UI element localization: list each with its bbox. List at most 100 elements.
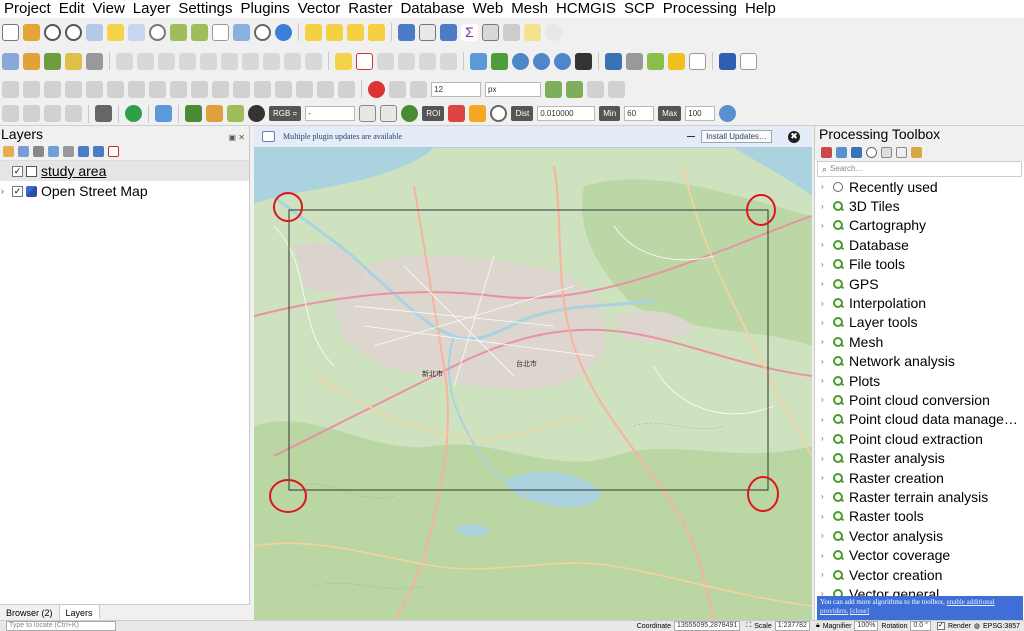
expand-arrow-icon[interactable]: › xyxy=(821,182,833,191)
merge-attributes-icon[interactable] xyxy=(275,80,292,98)
undo-icon[interactable] xyxy=(284,52,301,70)
provider-vector-creation[interactable]: › Vector creation xyxy=(815,565,1024,584)
manage-visibility-icon[interactable] xyxy=(33,146,44,157)
select-by-value-icon[interactable] xyxy=(326,23,343,41)
label-rotate-icon[interactable] xyxy=(419,52,436,70)
deselect-icon[interactable] xyxy=(347,23,364,41)
scp-zoom-preview-icon[interactable] xyxy=(719,105,737,122)
globe-icon[interactable] xyxy=(512,52,529,70)
rotation-value[interactable]: 0.0 ° xyxy=(910,621,931,631)
min-input[interactable]: 60 xyxy=(624,106,655,121)
provider-layer-tools[interactable]: › Layer tools xyxy=(815,313,1024,332)
merge-features-icon[interactable] xyxy=(254,80,271,98)
fill-ring-icon[interactable] xyxy=(107,80,124,98)
snap-layer-icon[interactable] xyxy=(389,80,406,98)
scp-classification-icon[interactable] xyxy=(448,105,466,122)
menu-mesh[interactable]: Mesh xyxy=(507,0,552,18)
provider-gps[interactable]: › GPS xyxy=(815,274,1024,293)
provider-interpolation[interactable]: › Interpolation xyxy=(815,293,1024,312)
scp-edit-icon[interactable] xyxy=(206,105,223,122)
locator-search-input[interactable]: Type to locate (Ctrl+K) xyxy=(6,621,116,631)
menu-layer[interactable]: Layer xyxy=(129,0,175,18)
provider-point-cloud-conversion[interactable]: › Point cloud conversion xyxy=(815,390,1024,409)
zoom-to-selection-icon[interactable] xyxy=(107,23,124,41)
provider-raster-creation[interactable]: › Raster creation xyxy=(815,468,1024,487)
menu-plugins[interactable]: Plugins xyxy=(237,0,294,18)
qgis-plugin-icon[interactable] xyxy=(647,52,664,70)
python-script-icon[interactable] xyxy=(851,146,862,158)
menu-edit[interactable]: Edit xyxy=(55,0,89,18)
menu-settings[interactable]: Settings xyxy=(174,0,236,18)
models-icon[interactable] xyxy=(821,146,832,158)
label-pin-icon[interactable] xyxy=(377,52,394,70)
copy-icon[interactable] xyxy=(242,52,259,70)
shield-icon[interactable] xyxy=(95,105,112,122)
offset-curve-icon[interactable] xyxy=(191,80,208,98)
cut-icon[interactable] xyxy=(221,52,238,70)
select-location-icon[interactable] xyxy=(368,23,385,41)
delete-part-icon[interactable] xyxy=(149,80,166,98)
zoom-to-layer-icon[interactable] xyxy=(128,23,145,41)
annotation-icon[interactable] xyxy=(524,23,541,41)
lock-icon[interactable]: 🔒︎ xyxy=(816,622,820,630)
scp-roi-redo-icon[interactable] xyxy=(380,105,398,122)
close-footer-link[interactable]: [close] xyxy=(850,607,869,615)
menu-processing[interactable]: Processing xyxy=(659,0,741,18)
save-edits-icon[interactable] xyxy=(137,52,154,70)
provider-mesh[interactable]: › Mesh xyxy=(815,332,1024,351)
expand-arrow-icon[interactable]: › xyxy=(821,415,833,424)
zoom-last-icon[interactable] xyxy=(170,23,187,41)
scp-roi-create-icon[interactable] xyxy=(359,105,377,122)
expand-arrow-icon[interactable]: › xyxy=(1,186,9,196)
expand-arrow-icon[interactable]: › xyxy=(821,357,833,366)
split-parts-icon[interactable] xyxy=(233,80,250,98)
rotate-symbol-icon[interactable] xyxy=(296,80,313,98)
label-abc-icon[interactable] xyxy=(356,52,373,70)
scp-add-icon[interactable] xyxy=(469,105,487,122)
menu-view[interactable]: View xyxy=(89,0,129,18)
edit-features-icon[interactable] xyxy=(896,146,907,158)
paste-icon[interactable] xyxy=(263,52,280,70)
snapping-tolerance-input[interactable]: 12 xyxy=(431,81,481,97)
add-group-icon[interactable] xyxy=(18,146,29,157)
mesh-reindex-icon[interactable] xyxy=(65,105,82,122)
options-wrench-icon[interactable] xyxy=(911,146,922,158)
toggle-editing-icon[interactable] xyxy=(116,52,133,70)
menu-project[interactable]: Project xyxy=(0,0,55,18)
provider-vector-coverage[interactable]: › Vector coverage xyxy=(815,545,1024,564)
scripts-icon[interactable] xyxy=(836,146,847,158)
expand-arrow-icon[interactable]: › xyxy=(821,279,833,288)
plot-icon[interactable] xyxy=(689,52,706,70)
identify-icon[interactable] xyxy=(398,23,415,41)
provider-raster-analysis[interactable]: › Raster analysis xyxy=(815,448,1024,467)
snapping-units-select[interactable]: px xyxy=(485,81,541,97)
label-move-icon[interactable] xyxy=(398,52,415,70)
globe-add-icon[interactable] xyxy=(554,52,571,70)
expand-arrow-icon[interactable]: › xyxy=(821,473,833,482)
vehicle-icon[interactable] xyxy=(575,52,592,70)
select-features-icon[interactable] xyxy=(305,23,322,41)
advanced-digitize-icon[interactable] xyxy=(2,80,19,98)
crs-label[interactable]: EPSG:3857 xyxy=(983,623,1020,630)
layers-stack-icon[interactable] xyxy=(155,105,172,122)
search-icon[interactable] xyxy=(545,23,562,41)
label-tool-icon[interactable] xyxy=(335,52,352,70)
remove-layer-icon[interactable] xyxy=(108,146,119,157)
vertex-tool-icon[interactable] xyxy=(179,52,196,70)
zoom-full-icon[interactable] xyxy=(86,23,103,41)
measure-icon[interactable] xyxy=(503,23,520,41)
refresh-icon[interactable] xyxy=(275,23,292,41)
expand-arrow-icon[interactable]: › xyxy=(821,299,833,308)
plugin-icon[interactable] xyxy=(626,52,643,70)
collapse-icon[interactable] xyxy=(687,136,696,137)
provider-raster-tools[interactable]: › Raster tools xyxy=(815,507,1024,526)
results-viewer-icon[interactable] xyxy=(881,146,892,158)
triangle-icon[interactable] xyxy=(491,52,508,70)
processing-search-input[interactable]: ⌕ Search… xyxy=(817,161,1022,177)
expand-arrow-icon[interactable]: › xyxy=(821,260,833,269)
provider-plots[interactable]: › Plots xyxy=(815,371,1024,390)
expand-arrow-icon[interactable]: › xyxy=(821,337,833,346)
max-input[interactable]: 100 xyxy=(685,106,716,121)
scp-zoom-icon[interactable] xyxy=(185,105,202,122)
snap-type-icon[interactable] xyxy=(410,80,427,98)
